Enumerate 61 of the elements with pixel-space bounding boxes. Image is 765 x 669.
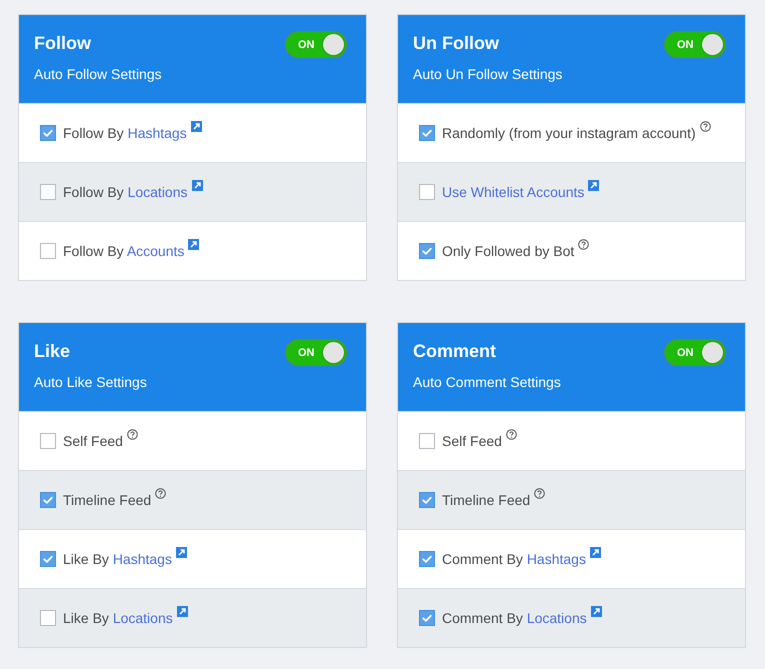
option-link[interactable]: Hashtags xyxy=(112,551,172,567)
on-off-switch[interactable]: ON xyxy=(285,31,347,58)
option-label: Comment By Locations xyxy=(442,609,587,627)
help-icon xyxy=(578,239,590,250)
card-subtitle: Auto Like Settings xyxy=(34,373,147,391)
external-link-icon xyxy=(192,180,203,191)
option-label: Like By Locations xyxy=(63,609,173,627)
checkbox[interactable] xyxy=(40,125,56,141)
option-link[interactable]: Use Whitelist Accounts xyxy=(442,183,584,201)
option-link[interactable]: Hashtags xyxy=(128,125,187,141)
help-icon xyxy=(534,488,546,499)
checkbox[interactable] xyxy=(419,610,435,626)
option-label: Randomly (from your instagram account) xyxy=(442,124,696,142)
option-label: Follow By Locations xyxy=(63,183,188,201)
card-title: Un Follow xyxy=(413,32,499,54)
option-label: Follow By Hashtags xyxy=(63,124,187,142)
checkbox[interactable] xyxy=(40,551,56,567)
checkbox[interactable] xyxy=(40,433,56,449)
option-link[interactable]: Accounts xyxy=(126,243,184,259)
card-title: Like xyxy=(34,340,70,362)
external-link-icon xyxy=(588,180,600,191)
checkbox[interactable] xyxy=(419,433,435,449)
external-link-icon xyxy=(176,547,187,558)
checkbox[interactable] xyxy=(40,610,56,626)
on-off-switch[interactable]: ON xyxy=(664,339,726,366)
card-subtitle: Auto Un Follow Settings xyxy=(413,65,562,83)
option-label: Follow By Accounts xyxy=(63,242,184,260)
help-icon xyxy=(506,429,517,440)
external-link-icon xyxy=(188,239,200,250)
checkbox[interactable] xyxy=(419,492,435,508)
external-link-icon xyxy=(176,606,188,617)
option-link[interactable]: Locations xyxy=(112,610,173,626)
checkbox[interactable] xyxy=(40,184,56,200)
checkbox[interactable] xyxy=(419,551,435,567)
on-off-switch[interactable]: ON xyxy=(664,31,726,58)
external-link-icon xyxy=(590,606,602,617)
external-link-icon xyxy=(190,121,202,132)
checkbox[interactable] xyxy=(40,492,56,508)
card-subtitle: Auto Follow Settings xyxy=(34,65,162,83)
option-link[interactable]: Hashtags xyxy=(526,551,586,567)
option-link[interactable]: Locations xyxy=(128,184,188,200)
card-title: Follow xyxy=(34,32,91,54)
checkbox[interactable] xyxy=(419,243,435,259)
checkbox[interactable] xyxy=(419,125,435,141)
option-label: Comment By Hashtags xyxy=(442,550,586,568)
help-icon xyxy=(126,429,138,440)
card-subtitle: Auto Comment Settings xyxy=(413,373,561,391)
option-label: Self Feed xyxy=(442,432,502,450)
help-icon xyxy=(700,121,711,132)
help-icon xyxy=(155,488,166,499)
option-link[interactable]: Locations xyxy=(526,610,587,626)
checkbox[interactable] xyxy=(419,184,435,200)
option-label: Timeline Feed xyxy=(63,491,152,509)
checkbox[interactable] xyxy=(40,243,56,259)
on-off-switch[interactable]: ON xyxy=(285,339,347,366)
option-label: Timeline Feed xyxy=(442,491,530,509)
option-label: Only Followed by Bot xyxy=(442,242,574,260)
option-label: Like By Hashtags xyxy=(63,550,172,568)
card-title: Comment xyxy=(413,340,496,362)
option-label: Self Feed xyxy=(63,432,123,450)
external-link-icon xyxy=(590,547,601,558)
